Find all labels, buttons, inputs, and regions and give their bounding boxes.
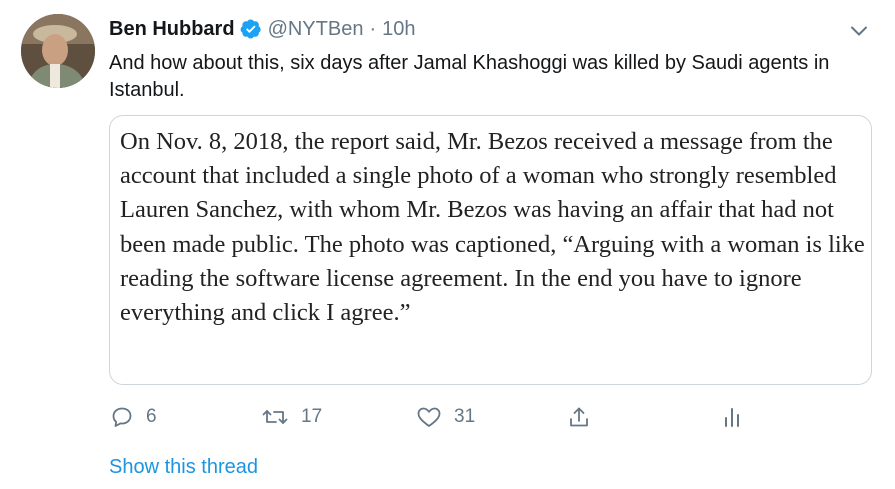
tweet-header: Ben Hubbard @NYTBen · 10h	[109, 16, 416, 42]
avatar[interactable]	[21, 14, 95, 88]
share-icon	[567, 405, 591, 429]
author-handle[interactable]: @NYTBen	[268, 16, 364, 42]
analytics-button[interactable]	[721, 399, 743, 435]
action-bar: 6 17 31	[0, 399, 895, 435]
show-thread-link[interactable]: Show this thread	[109, 456, 258, 479]
tweet-timestamp[interactable]: 10h	[382, 16, 415, 42]
chevron-down-icon[interactable]	[846, 18, 872, 44]
attached-image[interactable]: On Nov. 8, 2018, the report said, Mr. Be…	[109, 115, 872, 385]
like-button[interactable]: 31	[416, 399, 475, 435]
tweet-text: And how about this, six days after Jamal…	[109, 52, 830, 101]
author-name[interactable]: Ben Hubbard	[109, 16, 235, 42]
share-button[interactable]	[567, 399, 591, 435]
reply-count: 6	[146, 406, 157, 427]
image-quote-text: On Nov. 8, 2018, the report said, Mr. Be…	[120, 128, 865, 327]
reply-icon	[110, 405, 134, 429]
retweet-icon	[261, 405, 289, 429]
separator-dot: ·	[369, 18, 377, 40]
reply-button[interactable]: 6	[110, 399, 157, 435]
retweet-button[interactable]: 17	[261, 399, 322, 435]
analytics-icon	[721, 405, 743, 429]
like-count: 31	[454, 406, 476, 427]
verified-badge-icon	[240, 18, 262, 40]
heart-icon	[416, 405, 442, 429]
retweet-count: 17	[301, 406, 323, 427]
